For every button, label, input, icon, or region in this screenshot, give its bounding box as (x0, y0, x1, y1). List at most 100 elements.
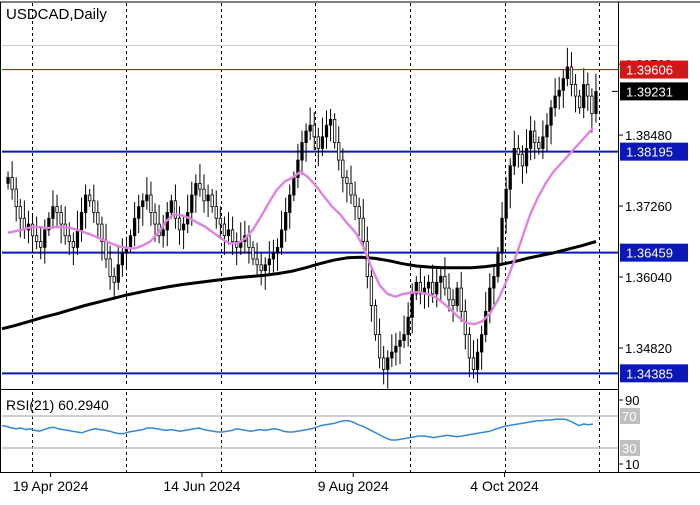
candle-body (471, 357, 476, 370)
candle-body (516, 148, 521, 155)
candle-body (284, 212, 288, 231)
candle-body (529, 130, 533, 149)
candle-body (169, 200, 173, 213)
candle-body (206, 194, 210, 202)
level-label: 1.34385 (626, 366, 673, 381)
candle-body (67, 235, 71, 242)
candle-body (561, 78, 565, 91)
candle-body (88, 194, 92, 202)
candle-body (137, 206, 141, 219)
candle-body (116, 264, 120, 283)
candle-body (443, 276, 447, 289)
rsi-tick-label: 90 (625, 393, 639, 408)
candle-body (369, 276, 374, 306)
candle-body (6, 177, 10, 184)
candle-body (51, 206, 55, 219)
candle-body (545, 124, 549, 138)
candle-body (259, 264, 263, 272)
candle-body (202, 188, 206, 202)
candle-body (353, 194, 357, 208)
candle-body (34, 235, 39, 242)
candle-body (271, 252, 276, 260)
candle-body (524, 148, 529, 167)
candle-body (431, 281, 435, 295)
candle-body (390, 351, 394, 359)
candle-body (108, 258, 112, 277)
candle-body (377, 334, 382, 359)
candle-body (386, 357, 390, 370)
price-tick-label: 1.36040 (625, 270, 672, 285)
candle-body (504, 188, 508, 219)
candle-body (190, 194, 194, 213)
candle-body (145, 194, 149, 202)
candle-body (59, 212, 63, 225)
candle-body (10, 177, 14, 190)
candle-body (198, 182, 202, 190)
price-chart[interactable]: 70309010 1.397001.384801.372601.360401.3… (0, 0, 700, 500)
candle-body (475, 351, 480, 370)
time-tick-label: 14 Jun 2024 (163, 478, 240, 494)
candle-body (594, 91, 598, 114)
time-tick-label: 19 Apr 2024 (13, 478, 89, 494)
candle-body (251, 246, 255, 260)
candle-body (218, 217, 222, 225)
candle-body (455, 287, 459, 306)
candle-body (402, 334, 406, 341)
candle-body (255, 258, 259, 266)
rsi-tick-label: 10 (625, 457, 639, 472)
candle-body (541, 136, 545, 149)
candle-body (288, 194, 292, 213)
candle-body (43, 229, 47, 248)
candle-body (459, 287, 463, 312)
rsi-level-label: 30 (622, 441, 636, 456)
candle-body (349, 182, 353, 196)
candle-body (328, 118, 333, 126)
candle-body (512, 148, 516, 167)
candle-body (484, 310, 488, 336)
time-tick-label: 9 Aug 2024 (318, 478, 389, 494)
candle-body (337, 142, 341, 161)
candle-body (578, 95, 582, 109)
candle-body (590, 95, 594, 114)
price-tick-label: 1.38480 (625, 128, 672, 143)
candle-body (279, 229, 284, 248)
candle-body (226, 229, 231, 237)
level-label: 1.36459 (626, 246, 673, 261)
candle-body (194, 182, 198, 196)
candle-body (177, 217, 182, 231)
candle-body (508, 165, 512, 190)
candle-body (492, 276, 496, 289)
candle-body (18, 206, 22, 219)
candle-body (92, 200, 96, 213)
candle-body (439, 276, 443, 283)
candle-body (120, 252, 124, 266)
candle-body (447, 287, 451, 301)
candle-body (316, 136, 320, 149)
candle-body (149, 194, 153, 213)
candle-body (553, 95, 557, 109)
candle-body (263, 264, 267, 272)
candle-body (406, 316, 410, 336)
candle-body (451, 299, 455, 306)
candle-body (153, 212, 157, 225)
candle-body (63, 223, 67, 237)
candle-body (398, 340, 402, 347)
price-tick-label: 1.37260 (625, 199, 672, 214)
candle-body (500, 217, 504, 254)
candle-body (573, 84, 578, 97)
candle-body (565, 66, 570, 80)
level-label: 1.38195 (626, 145, 673, 160)
candle-body (488, 287, 492, 312)
candle-body (112, 276, 116, 283)
candle-body (230, 229, 235, 242)
candle-body (96, 212, 100, 225)
candle-body (247, 235, 251, 248)
candle-body (132, 217, 137, 237)
candle-body (357, 206, 361, 219)
candle-body (320, 136, 325, 149)
candle-body (520, 153, 525, 167)
candle-body (435, 281, 439, 295)
candle-body (161, 229, 165, 237)
candle-body (304, 130, 308, 144)
candle-body (533, 130, 537, 144)
